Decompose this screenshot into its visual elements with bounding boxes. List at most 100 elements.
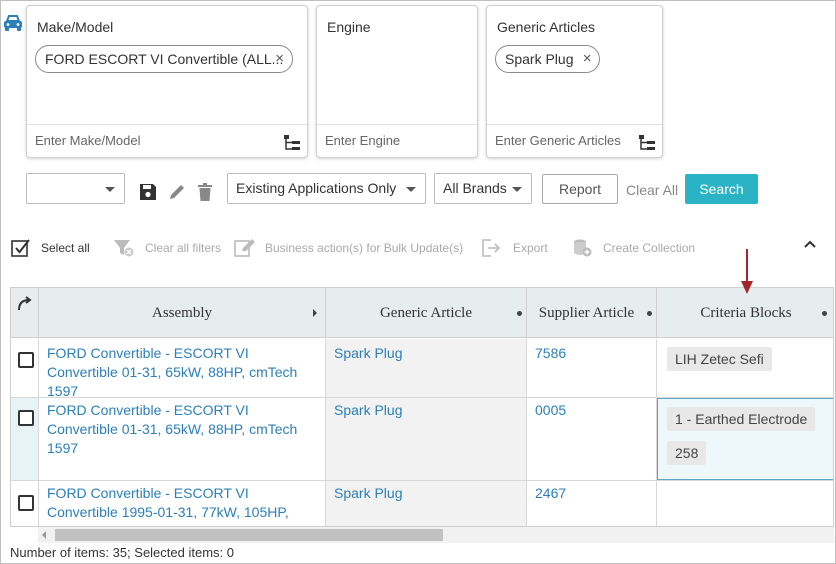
engine-title: Engine bbox=[327, 19, 371, 35]
make-model-filter: Make/Model FORD ESCORT VI Convertible (A… bbox=[26, 5, 308, 158]
generic-article-link[interactable]: Spark Plug bbox=[334, 401, 520, 420]
row-select-cell bbox=[11, 339, 39, 397]
export-icon bbox=[482, 239, 501, 257]
generic-articles-filter: Generic Articles Spark Plug × bbox=[486, 5, 663, 158]
make-model-chip: FORD ESCORT VI Convertible (ALL... × bbox=[35, 45, 293, 73]
make-model-input[interactable] bbox=[35, 133, 235, 148]
chevron-up-icon[interactable] bbox=[802, 236, 818, 252]
export-button[interactable]: Export bbox=[481, 238, 551, 258]
export-label: Export bbox=[513, 241, 548, 255]
remove-chip-icon[interactable]: × bbox=[583, 46, 592, 72]
generic-articles-input[interactable] bbox=[495, 133, 630, 148]
generic-article-chip-label: Spark Plug bbox=[505, 51, 574, 67]
supplier-article-link[interactable]: 7586 bbox=[535, 344, 650, 363]
column-header-assembly[interactable]: Assembly bbox=[39, 288, 326, 338]
column-menu-icon[interactable] bbox=[313, 309, 317, 317]
results-grid: Assembly Generic Article Supplier Articl… bbox=[10, 287, 834, 527]
column-menu-icon[interactable] bbox=[647, 311, 652, 316]
annotation-arrow-icon bbox=[741, 249, 753, 294]
criteria-cell: LIH Zetec Sefi bbox=[657, 339, 833, 397]
assembly-cell: FORD Convertible - ESCORT VI Convertible… bbox=[39, 481, 326, 526]
criteria-tag: 1 - Earthed Electrode bbox=[667, 407, 816, 431]
checkbox-checked-icon bbox=[11, 239, 30, 257]
column-header-criteria-blocks[interactable]: Criteria Blocks bbox=[657, 288, 833, 338]
tree-view-icon[interactable] bbox=[283, 134, 301, 152]
assembly-cell: FORD Convertible - ESCORT VI Convertible… bbox=[39, 339, 326, 399]
column-header-label: Supplier Article bbox=[538, 305, 635, 321]
column-menu-icon[interactable] bbox=[517, 311, 522, 316]
business-action-button[interactable]: Business action(s) for Bulk Update(s) bbox=[234, 238, 464, 258]
chevron-down-icon bbox=[512, 187, 522, 192]
supplier-article-cell: 0005 bbox=[527, 398, 657, 480]
assembly-cell: FORD Convertible - ESCORT VI Convertible… bbox=[39, 398, 326, 480]
car-icon bbox=[4, 15, 22, 31]
column-menu-icon[interactable] bbox=[822, 311, 827, 316]
horizontal-scrollbar[interactable] bbox=[38, 527, 834, 543]
save-icon[interactable] bbox=[138, 182, 158, 202]
action-bar: Select all Clear all filters Business ac… bbox=[1, 230, 835, 264]
assembly-link[interactable]: FORD Convertible - ESCORT VI Convertible… bbox=[47, 344, 319, 401]
criteria-tag: 258 bbox=[667, 441, 707, 465]
brands-select[interactable]: All Brands bbox=[434, 173, 532, 204]
report-button[interactable]: Report bbox=[542, 174, 618, 204]
row-checkbox[interactable] bbox=[18, 495, 34, 511]
applications-select-value: Existing Applications Only bbox=[236, 180, 397, 196]
select-all-button[interactable]: Select all bbox=[11, 238, 91, 258]
generic-article-cell: Spark Plug bbox=[326, 481, 527, 526]
clear-filters-button[interactable]: Clear all filters bbox=[113, 238, 223, 258]
supplier-article-link[interactable]: 2467 bbox=[535, 484, 650, 503]
generic-article-chip: Spark Plug × bbox=[495, 45, 601, 73]
engine-input[interactable] bbox=[325, 133, 465, 148]
grid-header: Assembly Generic Article Supplier Articl… bbox=[11, 288, 833, 338]
column-header-supplier-article[interactable]: Supplier Article bbox=[527, 288, 657, 338]
criteria-tag: LIH Zetec Sefi bbox=[667, 347, 772, 371]
clear-all-button[interactable]: Clear All bbox=[626, 182, 678, 198]
business-action-label: Business action(s) for Bulk Update(s) bbox=[265, 241, 464, 255]
column-header-label: Assembly bbox=[152, 305, 212, 321]
applications-select[interactable]: Existing Applications Only bbox=[227, 173, 426, 204]
chevron-down-icon bbox=[105, 187, 115, 192]
brands-select-value: All Brands bbox=[443, 180, 507, 196]
generic-article-link[interactable]: Spark Plug bbox=[334, 484, 520, 503]
assembly-link[interactable]: FORD Convertible - ESCORT VI Convertible… bbox=[47, 484, 319, 526]
trash-icon[interactable] bbox=[195, 182, 215, 202]
supplier-article-cell: 2467 bbox=[527, 481, 657, 526]
make-model-title: Make/Model bbox=[37, 19, 114, 35]
remove-chip-icon[interactable]: × bbox=[275, 46, 284, 72]
create-collection-label: Create Collection bbox=[603, 241, 696, 255]
database-add-icon bbox=[574, 239, 592, 257]
column-header-generic-article[interactable]: Generic Article bbox=[326, 288, 527, 338]
generic-article-link[interactable]: Spark Plug bbox=[334, 344, 520, 363]
chevron-down-icon bbox=[406, 187, 416, 192]
divider bbox=[487, 124, 662, 125]
scroll-left-icon[interactable] bbox=[42, 531, 46, 539]
clear-filters-label: Clear all filters bbox=[145, 241, 222, 255]
generic-article-cell: Spark Plug bbox=[326, 398, 527, 480]
supplier-article-link[interactable]: 0005 bbox=[535, 401, 650, 420]
scrollbar-thumb[interactable] bbox=[55, 529, 443, 541]
divider bbox=[317, 124, 477, 125]
bulk-edit-icon bbox=[234, 239, 255, 257]
preset-select[interactable] bbox=[26, 173, 125, 204]
row-checkbox[interactable] bbox=[18, 410, 34, 426]
status-text: Number of items: 35; Selected items: 0 bbox=[10, 545, 234, 560]
row-select-cell bbox=[11, 481, 39, 526]
select-all-label: Select all bbox=[41, 241, 90, 255]
supplier-article-cell: 7586 bbox=[527, 339, 657, 397]
row-checkbox[interactable] bbox=[18, 352, 34, 368]
table-row[interactable]: FORD Convertible - ESCORT VI Convertible… bbox=[11, 339, 833, 399]
table-row[interactable]: FORD Convertible - ESCORT VI Convertible… bbox=[11, 398, 833, 481]
generic-article-cell: Spark Plug bbox=[326, 339, 527, 397]
edit-icon[interactable] bbox=[167, 182, 187, 202]
row-select-cell bbox=[11, 398, 39, 480]
create-collection-button[interactable]: Create Collection bbox=[572, 238, 697, 258]
assembly-link[interactable]: FORD Convertible - ESCORT VI Convertible… bbox=[47, 401, 319, 458]
search-button[interactable]: Search bbox=[685, 174, 758, 204]
tree-view-icon[interactable] bbox=[638, 134, 656, 152]
column-header-label: Criteria Blocks bbox=[700, 305, 792, 321]
criteria-cell[interactable]: 1 - Earthed Electrode 258 bbox=[657, 398, 833, 480]
divider bbox=[27, 124, 307, 125]
table-row[interactable]: FORD Convertible - ESCORT VI Convertible… bbox=[11, 481, 833, 526]
make-model-chip-label: FORD ESCORT VI Convertible (ALL... bbox=[45, 51, 284, 67]
column-settings-cell[interactable] bbox=[11, 288, 39, 338]
